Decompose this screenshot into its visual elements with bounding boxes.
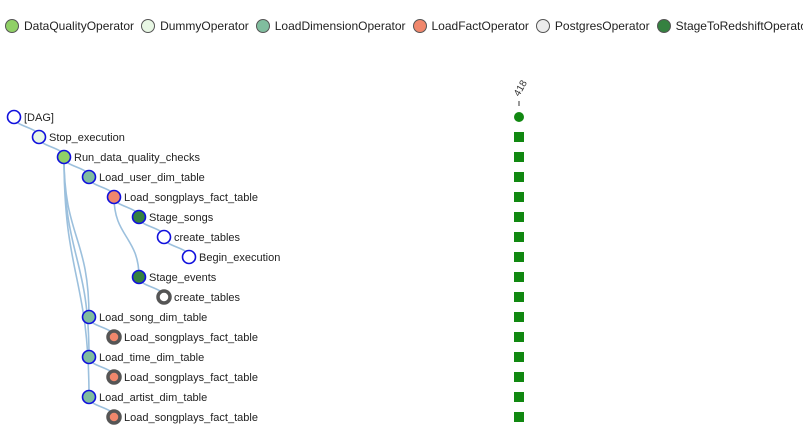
task-instance-status-icon[interactable] xyxy=(514,352,524,362)
task-instance-status-icon[interactable] xyxy=(514,172,524,182)
task-instance-status-icon[interactable] xyxy=(514,192,524,202)
task-instance-status-icon[interactable] xyxy=(514,332,524,342)
dag-tree-view: [DAG] Stop_execution Run_data_quality_chec… xyxy=(6,78,530,425)
task-node[interactable]: Run_data_quality_checks xyxy=(56,149,201,165)
task-label: create_tables xyxy=(174,292,241,304)
task-instance-status-icon[interactable] xyxy=(514,312,524,322)
task-node[interactable]: Begin_execution xyxy=(181,249,281,265)
task-instance-status-icon[interactable] xyxy=(514,232,524,242)
task-node[interactable]: create_tables xyxy=(156,289,241,305)
task-node-circle-icon[interactable] xyxy=(81,389,97,405)
task-node-circle-icon[interactable] xyxy=(106,409,122,425)
task-label: Stage_events xyxy=(149,272,217,284)
task-node-circle-icon[interactable] xyxy=(81,349,97,365)
dag-run-id: 418 xyxy=(512,78,530,98)
task-label: Load_time_dim_table xyxy=(99,352,204,364)
task-node-circle-icon[interactable] xyxy=(106,369,122,385)
task-node[interactable]: Load_songplays_fact_table xyxy=(106,329,258,345)
task-node-circle-icon[interactable] xyxy=(81,309,97,325)
task-label: Begin_execution xyxy=(199,252,280,264)
task-node-circle-icon[interactable] xyxy=(6,109,22,125)
task-label: [DAG] xyxy=(24,112,54,124)
task-label: Load_songplays_fact_table xyxy=(124,332,258,344)
task-node-circle-icon[interactable] xyxy=(131,269,147,285)
task-instance-status-icon[interactable] xyxy=(514,392,524,402)
task-label: Load_artist_dim_table xyxy=(99,392,207,404)
task-node[interactable]: Load_artist_dim_table xyxy=(81,389,208,405)
task-label: create_tables xyxy=(174,232,241,244)
task-node[interactable]: Load_songplays_fact_table xyxy=(106,369,258,385)
task-node-circle-icon[interactable] xyxy=(81,169,97,185)
task-label: Stop_execution xyxy=(49,132,125,144)
task-label: Load_songplays_fact_table xyxy=(124,372,258,384)
task-node[interactable]: Load_user_dim_table xyxy=(81,169,205,185)
task-node-circle-icon[interactable] xyxy=(156,229,172,245)
task-node[interactable]: Load_songplays_fact_table xyxy=(106,189,258,205)
task-instance-status-icon[interactable] xyxy=(514,132,524,142)
task-instance-status-icon[interactable] xyxy=(514,292,524,302)
task-node-circle-icon[interactable] xyxy=(131,209,147,225)
task-node-circle-icon[interactable] xyxy=(31,129,47,145)
task-instance-status-icon[interactable] xyxy=(514,212,524,222)
task-label: Load_songplays_fact_table xyxy=(124,192,258,204)
task-label: Run_data_quality_checks xyxy=(74,152,200,164)
task-label: Load_songplays_fact_table xyxy=(124,412,258,424)
task-instance-status-icon[interactable] xyxy=(514,412,524,422)
task-label: Stage_songs xyxy=(149,212,214,224)
task-node[interactable]: Stop_execution xyxy=(31,129,125,145)
task-label: Load_user_dim_table xyxy=(99,172,205,184)
task-instance-status-icon[interactable] xyxy=(514,272,524,282)
task-node[interactable]: [DAG] xyxy=(6,109,54,125)
task-instance-status-icon[interactable] xyxy=(514,152,524,162)
task-instance-status-icon[interactable] xyxy=(514,372,524,382)
task-node-circle-icon[interactable] xyxy=(106,329,122,345)
task-node[interactable]: Load_song_dim_table xyxy=(81,309,208,325)
dag-run-status-icon[interactable] xyxy=(514,112,524,122)
tree-link xyxy=(113,196,140,278)
task-node-circle-icon[interactable] xyxy=(181,249,197,265)
task-node[interactable]: Stage_songs xyxy=(131,209,214,225)
task-node[interactable]: Load_time_dim_table xyxy=(81,349,205,365)
task-label: Load_song_dim_table xyxy=(99,312,207,324)
task-node[interactable]: create_tables xyxy=(156,229,241,245)
task-node[interactable]: Load_songplays_fact_table xyxy=(106,409,258,425)
task-instance-status-icon[interactable] xyxy=(514,252,524,262)
task-node-circle-icon[interactable] xyxy=(106,189,122,205)
task-node-circle-icon[interactable] xyxy=(56,149,72,165)
task-node-circle-icon[interactable] xyxy=(156,289,172,305)
task-node[interactable]: Stage_events xyxy=(131,269,217,285)
